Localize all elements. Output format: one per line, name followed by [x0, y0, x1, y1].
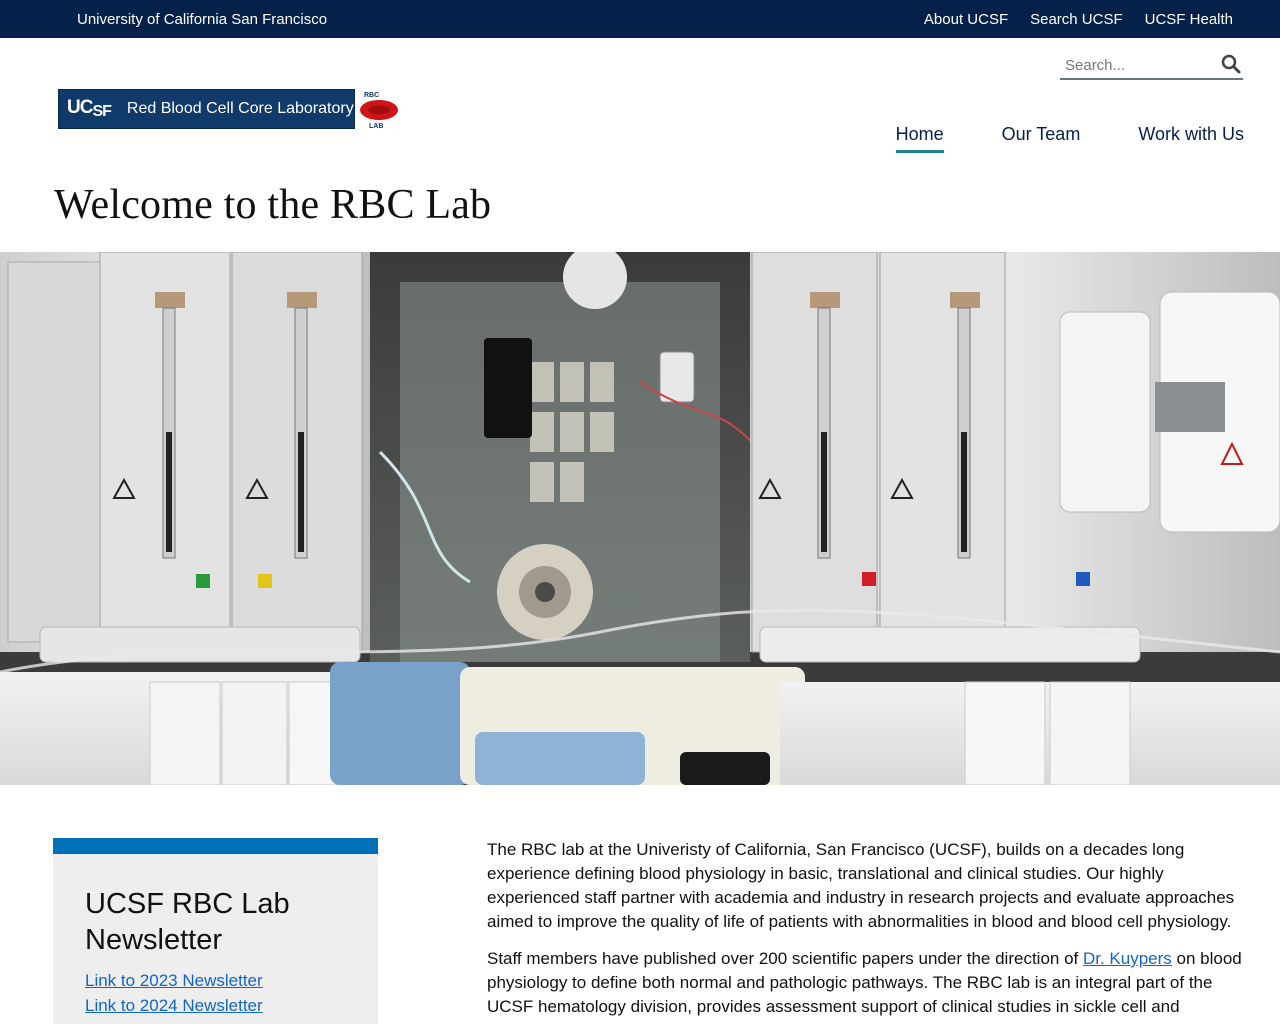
newsletter-title: UCSF RBC Lab Newsletter	[85, 888, 290, 956]
newsletter-2024-link[interactable]: Link to 2024 Newsletter	[85, 996, 263, 1016]
search-ucsf-link[interactable]: Search UCSF	[1030, 11, 1123, 28]
logo-banner: UCSF Red Blood Cell Core Laboratory	[58, 89, 355, 129]
nav-work-with-us[interactable]: Work with Us	[1138, 124, 1244, 153]
newsletter-2023-link[interactable]: Link to 2023 Newsletter	[85, 971, 263, 991]
newsletter-card: UCSF RBC Lab Newsletter Link to 2023 New…	[53, 838, 378, 1024]
lab-analyzer-photo	[0, 252, 1280, 785]
lab-name: Red Blood Cell Core Laboratory	[126, 100, 354, 117]
site-logo[interactable]: UCSF Red Blood Cell Core Laboratory RBC …	[58, 88, 403, 130]
rbc-lab-badge-icon: RBC LAB	[360, 92, 398, 130]
search-icon[interactable]	[1221, 54, 1241, 74]
utility-bar: University of California San Francisco A…	[0, 0, 1280, 38]
svg-text:RBC: RBC	[364, 92, 379, 99]
intro-paragraph-1: The RBC lab at the Univeristy of Califor…	[487, 840, 1235, 931]
ucsf-health-link[interactable]: UCSF Health	[1145, 11, 1233, 28]
nav-our-team[interactable]: Our Team	[1002, 124, 1081, 153]
search-input[interactable]	[1065, 55, 1215, 75]
university-link[interactable]: University of California San Francisco	[77, 11, 327, 28]
site-search	[1060, 50, 1243, 80]
nav-home[interactable]: Home	[895, 124, 944, 153]
hero-image	[0, 252, 1280, 785]
about-ucsf-link[interactable]: About UCSF	[924, 11, 1008, 28]
svg-text:LAB: LAB	[369, 123, 383, 130]
intro-content: The RBC lab at the Univeristy of Califor…	[487, 838, 1247, 1024]
intro-paragraph-2: Staff members have published over 200 sc…	[487, 947, 1247, 1019]
main-nav: Home Our Team Work with Us	[895, 124, 1244, 153]
utility-links: About UCSF Search UCSF UCSF Health	[924, 11, 1233, 28]
ucsf-wordmark: UCSF	[67, 97, 112, 120]
card-accent-bar	[53, 838, 378, 854]
dr-kuypers-link[interactable]: Dr. Kuypers	[1083, 949, 1172, 968]
page-title: Welcome to the RBC Lab	[54, 182, 492, 228]
paragraph-2-text-start: Staff members have published over 200 sc…	[487, 949, 1083, 968]
